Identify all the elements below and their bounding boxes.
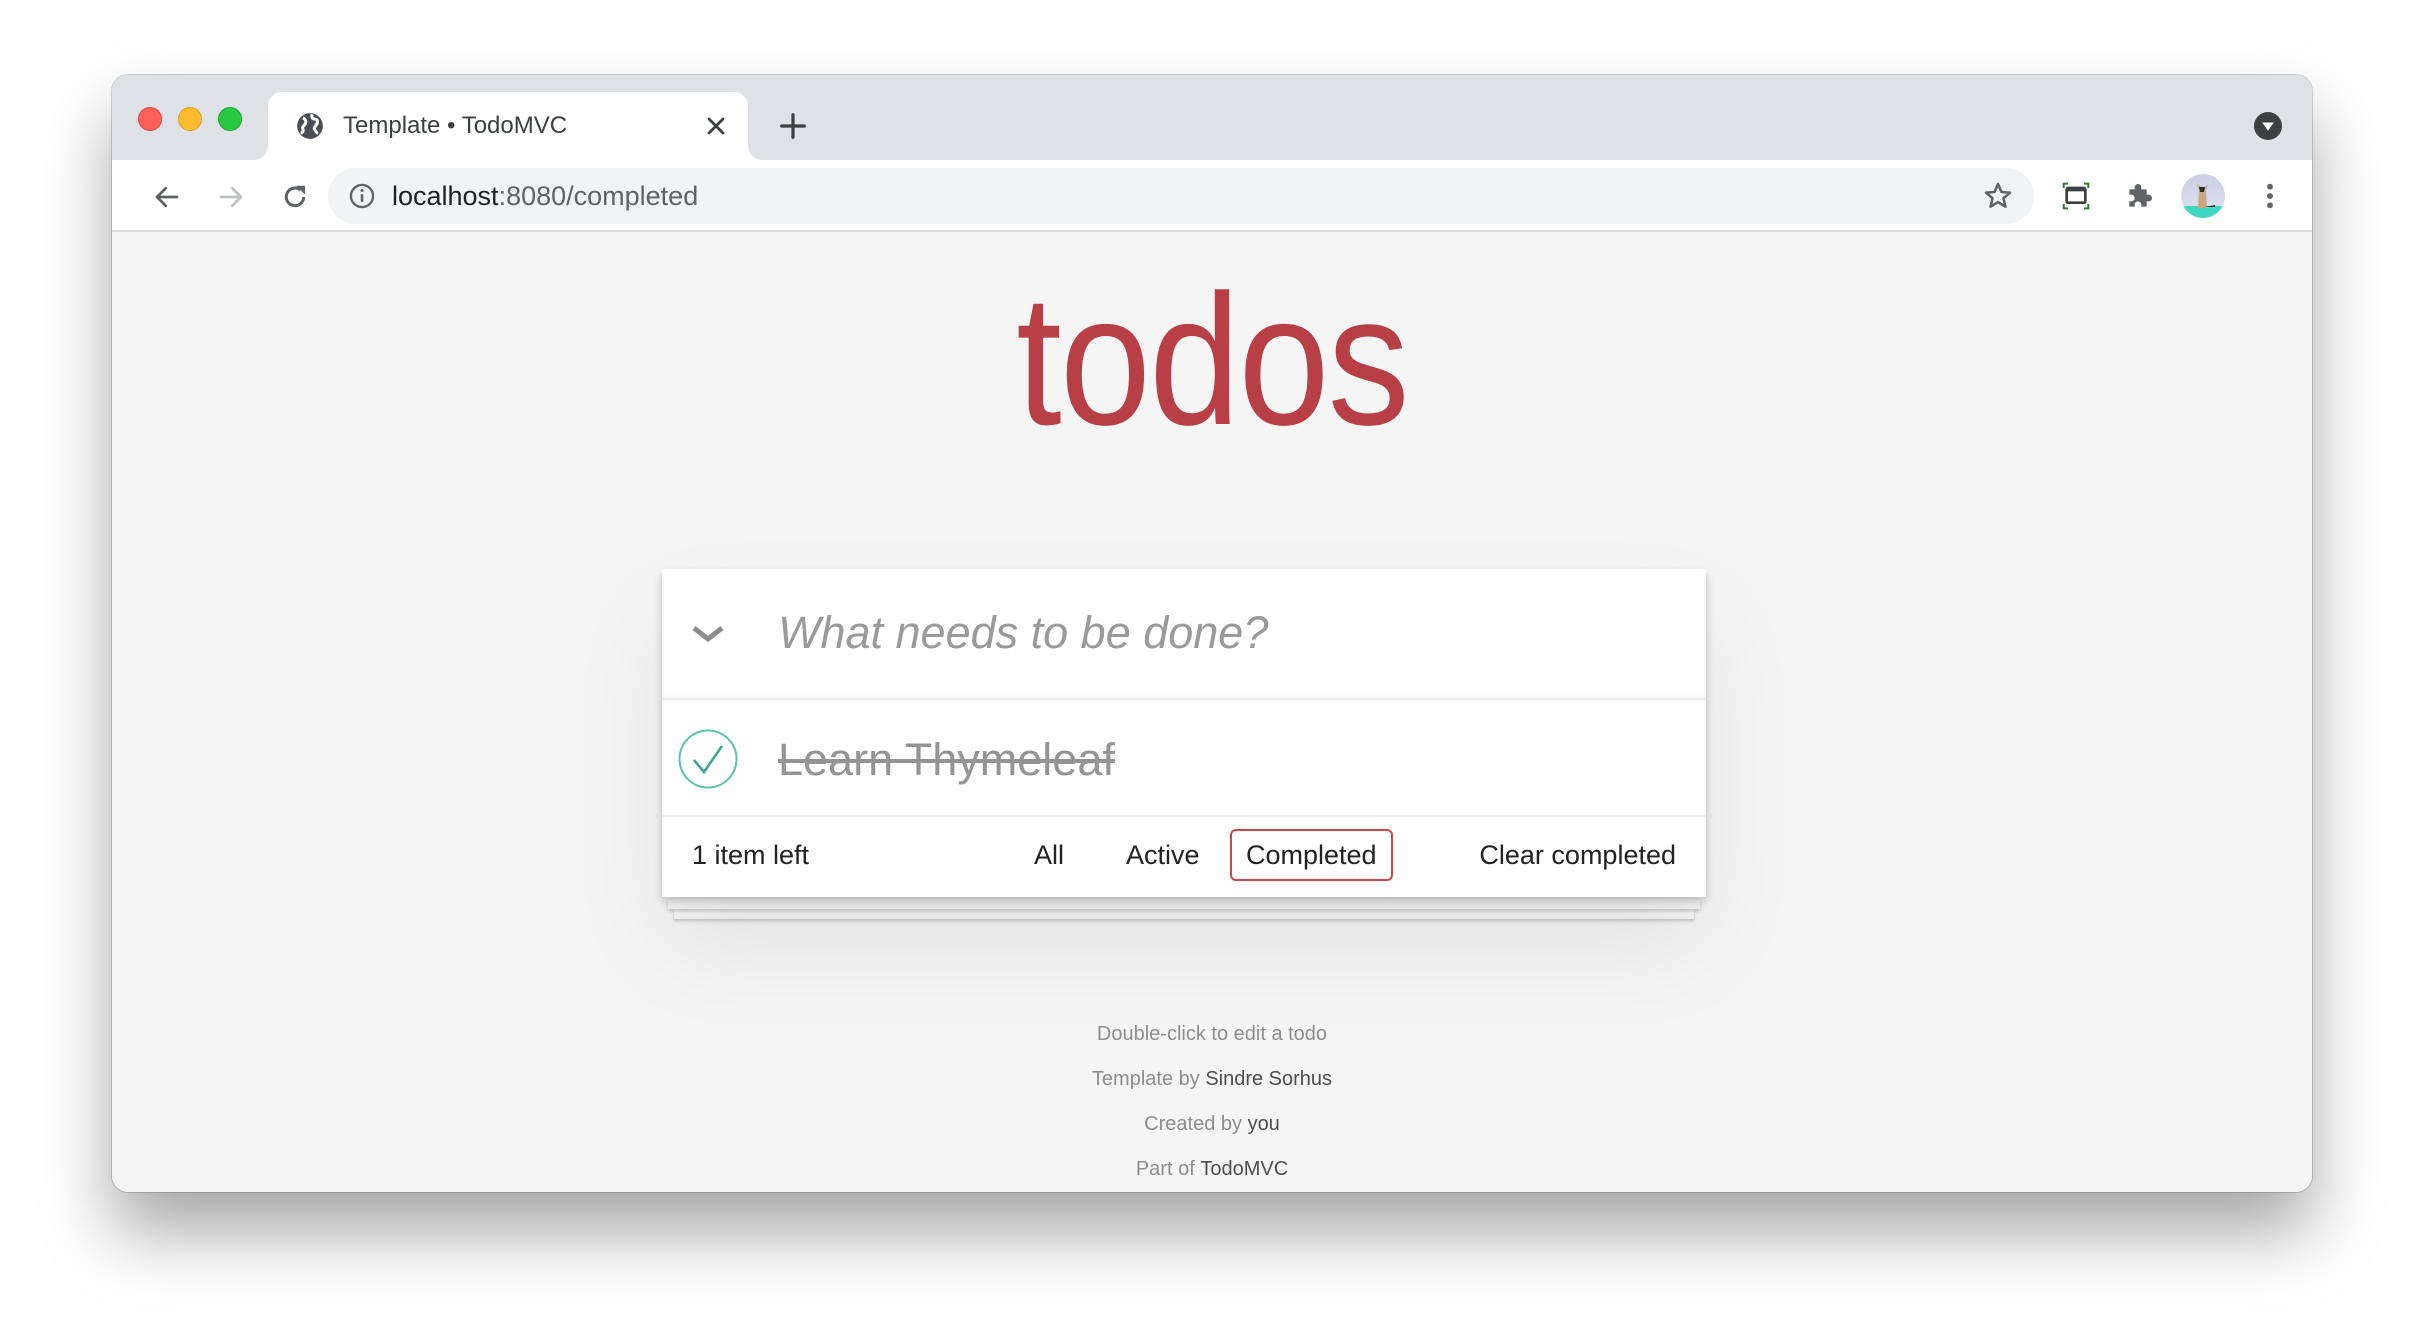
profile-avatar[interactable]	[2181, 174, 2225, 218]
info-part-prefix: Part of	[1135, 1158, 1201, 1180]
filter-completed[interactable]: Completed	[1230, 829, 1393, 881]
reload-icon[interactable]	[280, 182, 310, 212]
todo-app: Learn Thymeleaf 1 item left All Active C…	[662, 569, 1706, 897]
todo-item[interactable]: Learn Thymeleaf	[662, 700, 1706, 817]
info-footer: Double-click to edit a todo Template by …	[112, 1024, 2312, 1192]
globe-icon	[297, 113, 323, 139]
back-icon[interactable]	[152, 182, 182, 212]
kebab-menu-icon[interactable]	[2254, 180, 2286, 212]
browser-window: Template • TodoMVC localhost:8080/comple…	[112, 75, 2312, 1192]
info-icon[interactable]	[348, 182, 376, 210]
info-created-credit: Created by you	[112, 1114, 2312, 1159]
browser-tab[interactable]: Template • TodoMVC	[268, 92, 748, 160]
filter-active[interactable]: Active	[1110, 829, 1216, 881]
completed-checkbox-icon[interactable]	[677, 728, 739, 790]
new-todo-input[interactable]	[778, 597, 1678, 669]
cat-avatar-icon	[2181, 184, 2225, 218]
url-host: localhost	[392, 181, 499, 211]
tab-title: Template • TodoMVC	[343, 112, 568, 139]
todo-footer: 1 item left All Active Completed Clear c…	[662, 817, 1706, 897]
screen-capture-icon[interactable]	[2060, 180, 2092, 212]
todo-label[interactable]: Learn Thymeleaf	[778, 734, 1115, 786]
minimize-window-button[interactable]	[178, 107, 202, 131]
toggle-all-chevron-icon[interactable]	[688, 619, 728, 649]
todo-count: 1 item left	[692, 840, 810, 870]
address-bar[interactable]: localhost:8080/completed	[328, 168, 2034, 224]
forward-icon[interactable]	[216, 182, 246, 212]
tab-search-icon[interactable]	[2254, 112, 2282, 140]
todo-list: Learn Thymeleaf	[662, 700, 1706, 817]
close-icon[interactable]	[702, 112, 730, 140]
browser-toolbar: localhost:8080/completed	[112, 160, 2312, 232]
sindre-sorhus-link[interactable]: Sindre Sorhus	[1205, 1068, 1332, 1090]
new-tab-icon[interactable]	[778, 111, 808, 141]
clear-completed-button[interactable]: Clear completed	[1479, 840, 1676, 871]
filter-all[interactable]: All	[1018, 829, 1080, 881]
paper-stack-layer	[668, 899, 1700, 909]
info-edit-hint: Double-click to edit a todo	[1096, 1023, 1328, 1045]
tab-strip: Template • TodoMVC	[112, 75, 2312, 160]
todo-header	[662, 569, 1706, 700]
page-content: todos Learn Thymeleaf 1	[112, 232, 2312, 1192]
info-template-credit: Template by Sindre Sorhus	[112, 1069, 2312, 1114]
todomvc-link[interactable]: TodoMVC	[1200, 1158, 1288, 1180]
you-link[interactable]: you	[1248, 1113, 1280, 1135]
url-text[interactable]: localhost:8080/completed	[392, 181, 698, 212]
info-part-of: Part of TodoMVC	[112, 1159, 2312, 1192]
extensions-icon[interactable]	[2124, 180, 2156, 212]
info-created-prefix: Created by	[1144, 1113, 1248, 1135]
url-path: :8080/completed	[498, 181, 699, 211]
star-icon[interactable]	[1982, 180, 2014, 212]
app-title: todos	[1016, 257, 1409, 464]
zoom-window-button[interactable]	[218, 107, 242, 131]
close-window-button[interactable]	[138, 107, 162, 131]
info-template-prefix: Template by	[1091, 1068, 1206, 1090]
paper-stack-layer	[674, 909, 1694, 919]
